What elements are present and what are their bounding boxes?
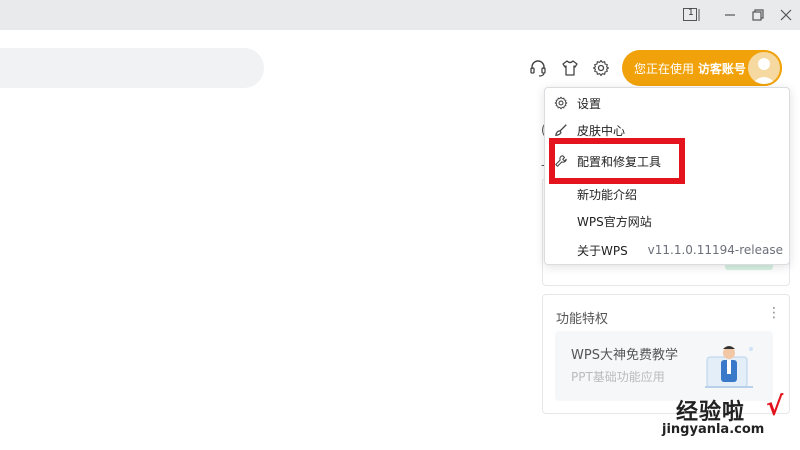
version-label: v11.1.0.11194-release	[647, 243, 783, 257]
menu-item-official-website[interactable]: WPS官方网站	[545, 208, 789, 234]
account-prefix: 您正在使用	[634, 61, 695, 76]
menu-item-settings[interactable]: 设置	[545, 90, 789, 116]
menu-item-label: 设置	[577, 96, 602, 111]
menu-item-new-features[interactable]: 新功能介绍	[545, 181, 789, 207]
gear-icon	[553, 95, 569, 111]
search-input[interactable]	[0, 48, 264, 88]
minimize-icon[interactable]	[720, 5, 740, 25]
avatar[interactable]	[746, 50, 782, 86]
account-label: 您正在使用 访客账号	[622, 60, 746, 77]
promo-title: WPS大神免费教学	[571, 348, 678, 363]
menu-item-label: 关于WPS	[577, 243, 628, 258]
window-titlebar: 1	[0, 0, 800, 30]
features-card-title: 功能特权	[556, 312, 609, 327]
restore-icon[interactable]	[748, 5, 768, 25]
menu-item-about-wps[interactable]: 关于WPS v11.1.0.11194-release	[545, 237, 789, 263]
promo-banner[interactable]: WPS大神免费教学 PPT基础功能应用	[555, 331, 773, 401]
more-icon[interactable]: ⋮	[767, 305, 781, 321]
tshirt-icon[interactable]	[559, 57, 581, 79]
menu-item-label: 皮肤中心	[577, 123, 626, 138]
watermark: 经验啦 √ jingyanla.com	[662, 392, 792, 440]
tab-count-label: 1	[688, 8, 694, 18]
gear-icon[interactable]	[590, 57, 612, 79]
account-button[interactable]: 您正在使用 访客账号	[622, 50, 782, 86]
tab-count-icon[interactable]: 1	[682, 5, 702, 25]
highlight-annotation-box	[549, 138, 685, 184]
headset-icon[interactable]	[527, 57, 549, 79]
checkmark-icon: √	[766, 392, 784, 422]
promo-subtitle: PPT基础功能应用	[571, 370, 665, 384]
menu-item-label: WPS官方网站	[577, 214, 652, 229]
account-name: 访客账号	[697, 61, 746, 76]
teacher-illustration-icon	[705, 346, 753, 388]
menu-item-label: 新功能介绍	[577, 187, 638, 202]
brush-icon	[553, 122, 569, 138]
close-icon[interactable]	[776, 5, 796, 25]
watermark-url: jingyanla.com	[662, 422, 765, 437]
